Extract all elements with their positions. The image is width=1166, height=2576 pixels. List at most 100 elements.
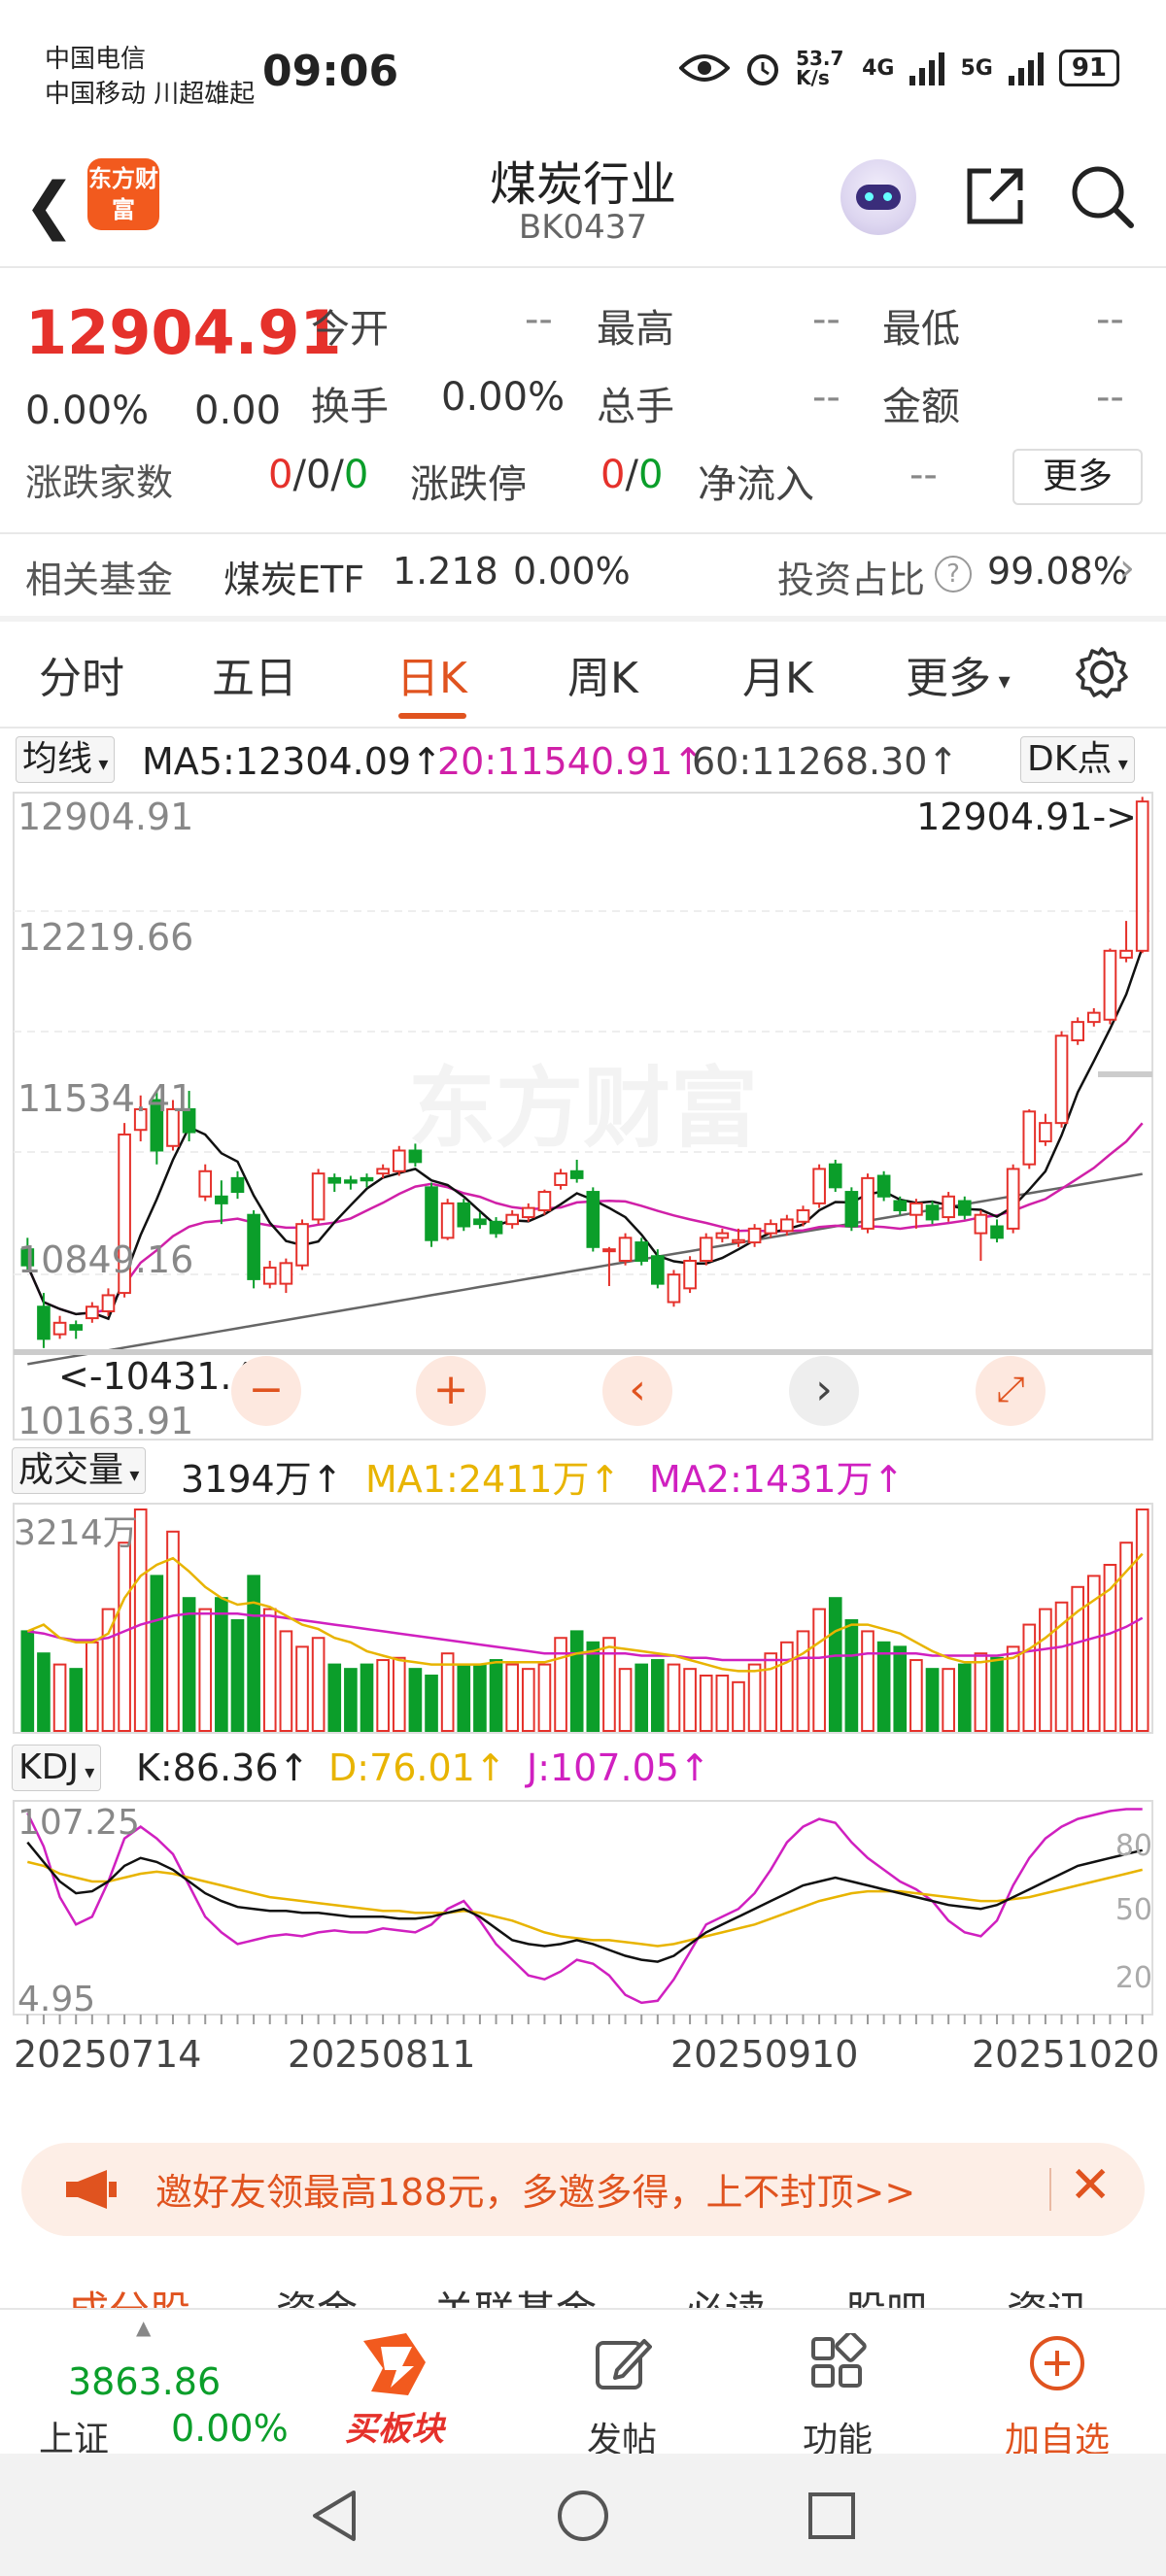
edit-icon (596, 2339, 652, 2390)
candle-body (295, 1223, 309, 1267)
candle-body (262, 1267, 277, 1285)
nav-home-icon[interactable] (556, 2489, 610, 2543)
candle-body (457, 1202, 471, 1228)
nav-recents-icon[interactable] (806, 2491, 857, 2541)
turnover-label: 换手 (311, 385, 389, 429)
volume-bar (247, 1575, 260, 1733)
candle-body (1006, 1168, 1020, 1230)
candle-body (360, 1176, 374, 1182)
volume-bar (376, 1659, 390, 1732)
buy-sector-icon (363, 2333, 426, 2395)
function-button[interactable]: 功能 (779, 2330, 896, 2462)
candle-body (311, 1172, 326, 1221)
candle-body (683, 1259, 697, 1290)
candle-body (651, 1255, 665, 1285)
close-icon[interactable]: ✕ (1069, 2156, 1112, 2215)
network-4g: 4G (862, 55, 895, 81)
volume-bar (37, 1652, 51, 1733)
zoom-in-button[interactable]: + (416, 1356, 486, 1426)
zoom-out-button[interactable]: − (231, 1356, 301, 1426)
tab-weekly-k[interactable]: 周K (567, 643, 638, 705)
y-label-2: 12219.66 (17, 916, 193, 959)
volume-bar (861, 1630, 874, 1733)
signal-icon-2 (1008, 52, 1044, 85)
candle-body (796, 1208, 810, 1223)
tab-more[interactable]: 更多 ▾ (906, 643, 1011, 705)
candle-body (634, 1241, 649, 1262)
candle-body (537, 1191, 552, 1211)
index-pct[interactable]: 0.00% (171, 2407, 289, 2450)
candle-body (942, 1195, 955, 1219)
candle-body (392, 1149, 406, 1172)
turnover-value: 0.00% (441, 375, 566, 420)
limit-label: 涨跌停 (410, 462, 527, 507)
candle-body (69, 1324, 84, 1331)
help-icon[interactable]: ? (935, 556, 972, 593)
indicator-selector[interactable]: 均线 ▾ (16, 736, 116, 783)
candle-body (376, 1168, 390, 1175)
candle-body (37, 1305, 51, 1340)
candle-body (861, 1176, 874, 1230)
volume-bar (942, 1668, 955, 1732)
volume-selector[interactable]: 成交量 ▾ (12, 1447, 147, 1494)
kdj-k-line (26, 1841, 1143, 1963)
date-label-1: 20250714 (14, 2033, 201, 2076)
net-speed: 53.7 K/s (796, 47, 844, 89)
add-watchlist-button[interactable]: 加自选 (999, 2333, 1115, 2462)
kdj-level-20: 20 (1115, 1961, 1152, 1995)
grid-apps-icon (811, 2330, 867, 2388)
volume-bar (425, 1675, 438, 1732)
settings-gear-icon[interactable] (1075, 645, 1129, 699)
dk-point-button[interactable]: DK点 ▾ (1020, 736, 1135, 783)
battery-icon: 91 (1058, 50, 1119, 86)
nav-back-icon[interactable] (309, 2489, 360, 2543)
megaphone-icon (66, 2170, 117, 2209)
kdj-j-line (26, 1808, 1143, 2005)
candle-body (86, 1305, 99, 1320)
fund-ratio-value: 99.08% (987, 550, 1128, 593)
volume-bar (618, 1668, 633, 1732)
invite-banner[interactable]: 邀好友领最高188元，多邀多得，上不封顶>> ✕ (21, 2143, 1145, 2236)
candle-body (554, 1172, 567, 1186)
buy-sector-button[interactable]: 买板块 (336, 2327, 453, 2450)
volume-label: 总手 (597, 385, 674, 429)
tab-monthly-k[interactable]: 月K (742, 643, 813, 705)
fullscreen-icon[interactable]: ⤢ (976, 1356, 1046, 1426)
candle-body (990, 1225, 1004, 1239)
tab-daily-k[interactable]: 日K (396, 643, 467, 705)
system-navigation-bar (0, 2454, 1166, 2576)
volume-bar (586, 1641, 600, 1732)
scroll-left-button[interactable]: ‹ (602, 1356, 672, 1426)
chevron-right-icon: › (1119, 546, 1135, 591)
volume-bar (764, 1652, 778, 1733)
network-5g: 5G (960, 55, 993, 81)
amount-value: -- (1096, 375, 1124, 420)
candle-body (1103, 949, 1117, 1021)
date-label-2: 20250811 (288, 2033, 475, 2076)
candle-body (327, 1176, 342, 1184)
candle-body (505, 1213, 519, 1226)
divider (0, 532, 1166, 534)
search-icon[interactable] (1069, 163, 1137, 231)
volume-bar (893, 1645, 908, 1732)
kdj-selector[interactable]: KDJ ▾ (12, 1745, 102, 1791)
signal-icon (909, 52, 945, 85)
date-label-3: 20250910 (670, 2033, 858, 2076)
index-price[interactable]: 3863.86 (68, 2360, 221, 2403)
carrier-1: 中国电信 (45, 45, 147, 74)
volume-bar (295, 1645, 309, 1732)
candle-body (909, 1202, 923, 1216)
post-button[interactable]: 发帖 (564, 2333, 680, 2462)
volume-bar (925, 1668, 940, 1732)
volume-value: -- (812, 375, 840, 420)
alarm-icon (747, 54, 779, 85)
tab-five-day[interactable]: 五日 (212, 643, 297, 705)
tab-intraday[interactable]: 分时 (39, 643, 124, 705)
scroll-right-button[interactable]: › (789, 1356, 859, 1426)
robot-avatar-icon[interactable] (840, 159, 916, 235)
status-bar: 中国电信 中国移动 川超雄起 09:06 53.7 K/s 4G 5G 91 (0, 0, 1166, 146)
kline-chart[interactable]: 东方财富 12904.91 12219.66 11534.41 10849.16… (0, 789, 1166, 2081)
share-icon[interactable] (962, 163, 1028, 229)
volume-bar (215, 1597, 228, 1733)
more-quote-button[interactable]: 更多 (1012, 449, 1143, 505)
